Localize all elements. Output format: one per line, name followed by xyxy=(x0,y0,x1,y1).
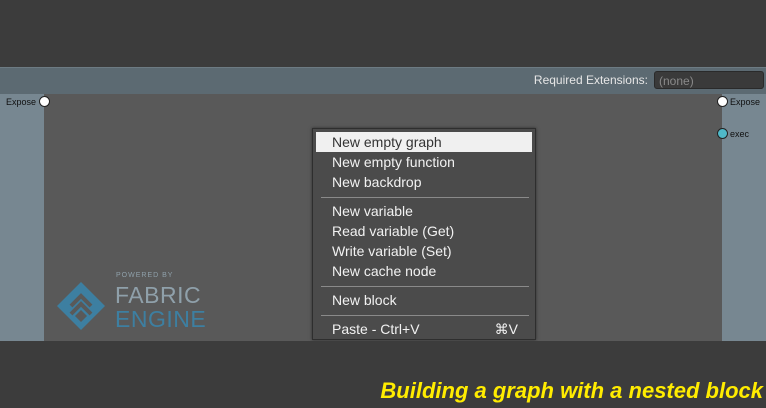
logo-powered-by: POWERED BY xyxy=(116,272,174,279)
menu-item-label: New backdrop xyxy=(332,174,422,190)
menu-item-label: New variable xyxy=(332,203,413,219)
video-caption: Building a graph with a nested block xyxy=(380,378,763,403)
top-letterbox xyxy=(0,0,766,67)
left-expose-label: Expose xyxy=(6,97,37,107)
fabric-engine-logo: POWERED BY FABRIC ENGINE xyxy=(55,272,225,338)
context-menu: New empty graph New empty function New b… xyxy=(312,128,536,340)
menu-item-new-empty-graph[interactable]: New empty graph xyxy=(316,132,532,152)
menu-item-label: New empty function xyxy=(332,154,455,170)
menu-item-write-variable[interactable]: Write variable (Set) xyxy=(316,241,532,261)
menu-item-new-backdrop[interactable]: New backdrop xyxy=(316,172,532,192)
menu-separator xyxy=(321,197,529,198)
menu-item-label: Write variable (Set) xyxy=(332,243,452,259)
menu-item-read-variable[interactable]: Read variable (Get) xyxy=(316,221,532,241)
left-expose-port[interactable] xyxy=(39,96,50,107)
menu-item-new-cache-node[interactable]: New cache node xyxy=(316,261,532,281)
menu-separator xyxy=(321,315,529,316)
logo-fabric-text: FABRIC xyxy=(115,282,202,308)
right-expose-label: Expose xyxy=(730,97,761,107)
menu-item-label: New cache node xyxy=(332,263,437,279)
right-ports-panel: Expose exec xyxy=(717,94,766,341)
fabric-engine-logo-mark-icon xyxy=(57,282,105,330)
left-ports-panel: Expose xyxy=(0,94,50,341)
required-extensions-input[interactable]: (none) xyxy=(654,71,764,89)
menu-item-shortcut: ⌘V xyxy=(494,321,518,337)
menu-item-label: Read variable (Get) xyxy=(332,223,455,239)
graph-header-bar: Required Extensions: (none) xyxy=(0,67,766,94)
right-expose-port[interactable] xyxy=(717,96,728,107)
menu-item-new-block[interactable]: New block xyxy=(316,290,532,310)
bottom-letterbox: Building a graph with a nested block xyxy=(0,341,766,408)
logo-engine-text: ENGINE xyxy=(115,306,207,332)
required-extensions-label: Required Extensions: xyxy=(533,73,648,87)
menu-item-label: Paste - Ctrl+V xyxy=(332,321,420,337)
menu-item-new-empty-function[interactable]: New empty function xyxy=(316,152,532,172)
right-exec-port[interactable] xyxy=(717,128,728,139)
menu-item-label: New block xyxy=(332,292,397,308)
menu-item-new-variable[interactable]: New variable xyxy=(316,201,532,221)
right-exec-label: exec xyxy=(730,129,750,139)
menu-item-paste[interactable]: Paste - Ctrl+V ⌘V xyxy=(316,319,532,339)
menu-separator xyxy=(321,286,529,287)
menu-item-label: New empty graph xyxy=(332,134,442,150)
